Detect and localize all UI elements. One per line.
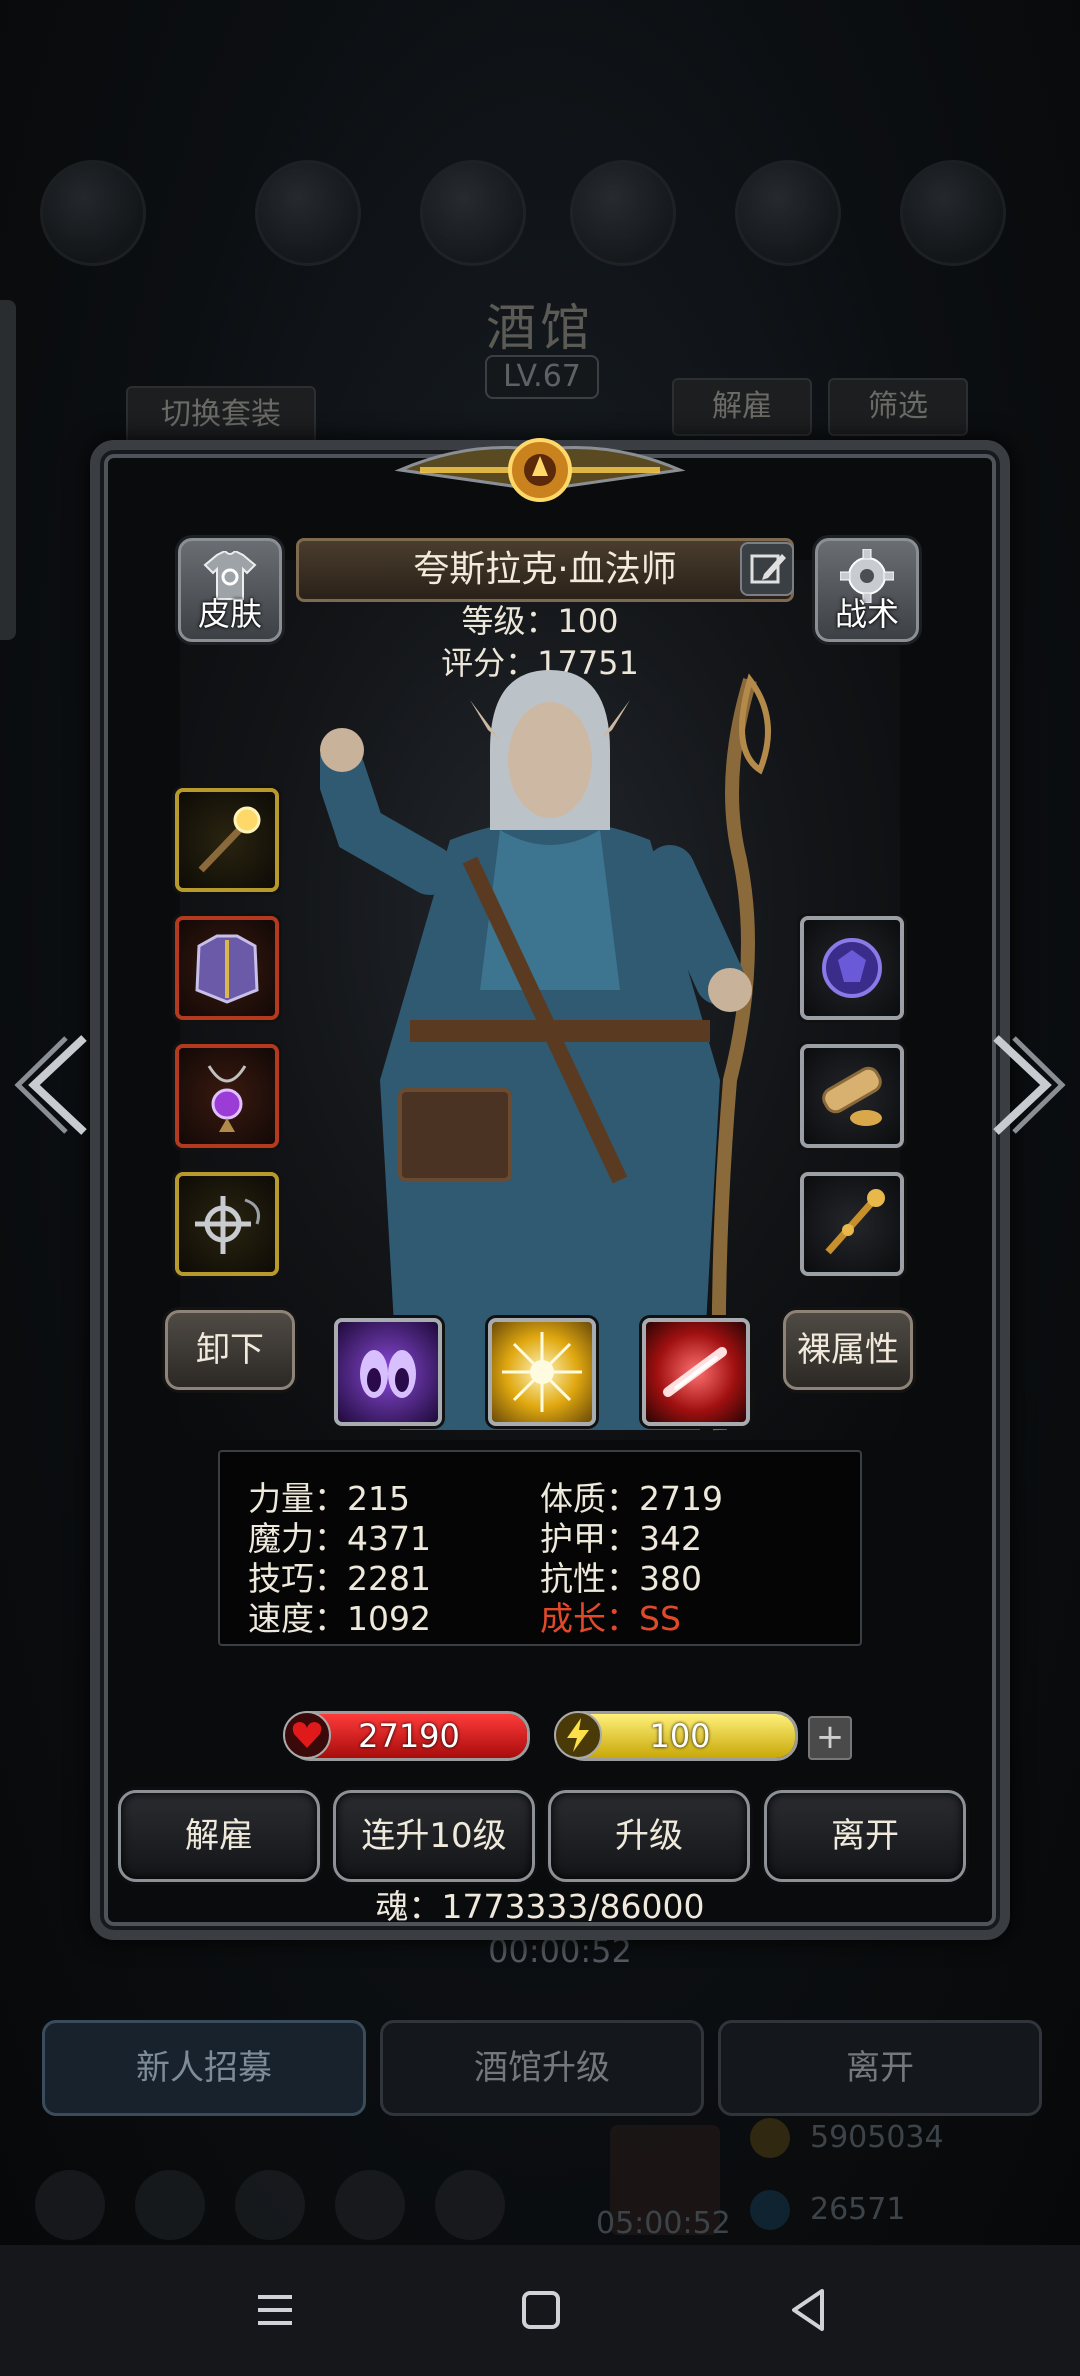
- bg-tab-icon: [900, 160, 1006, 266]
- filter-button[interactable]: 筛选: [828, 378, 968, 436]
- add-energy-button[interactable]: +: [808, 1716, 852, 1760]
- tavern-upgrade-button[interactable]: 酒馆升级: [380, 2020, 704, 2116]
- base-attributes-button[interactable]: 裸属性: [783, 1310, 913, 1390]
- back-icon[interactable]: [784, 2285, 834, 2335]
- hero-name: 夸斯拉克·血法师: [413, 549, 677, 590]
- bottom-menu-icon[interactable]: [35, 2170, 105, 2240]
- equip-slot-scepter[interactable]: [800, 1172, 904, 1276]
- bg-tab-icon: [420, 160, 526, 266]
- bottom-menu-icon[interactable]: [135, 2170, 205, 2240]
- gold-amount: 5905034: [810, 2120, 944, 2155]
- heart-icon: [283, 1711, 331, 1759]
- equip-slot-amulet[interactable]: [175, 1044, 279, 1148]
- bg-tab-icon: [40, 160, 146, 266]
- scroll-icon: [822, 1066, 882, 1126]
- staff-icon: [198, 806, 261, 873]
- stat-speed: 速度：1092: [248, 1599, 431, 1638]
- next-hero-arrow-icon[interactable]: [986, 1030, 1066, 1140]
- gem-icon: [750, 2190, 790, 2230]
- gift-timer: 05:00:52: [596, 2206, 731, 2241]
- scepter-icon: [825, 1189, 885, 1255]
- emblem-icon: [394, 438, 686, 502]
- bg-leave-button[interactable]: 离开: [718, 2020, 1042, 2116]
- equip-slot-charm[interactable]: [175, 1172, 279, 1276]
- gem-orb-icon: [822, 938, 882, 998]
- side-drawer-handle[interactable]: [0, 300, 16, 640]
- bottom-menu-icon[interactable]: [235, 2170, 305, 2240]
- cross-charm-icon: [195, 1196, 260, 1254]
- shadow-claw-icon: [360, 1350, 416, 1398]
- equip-slot-armor[interactable]: [175, 916, 279, 1020]
- level-up-button[interactable]: 升级: [548, 1790, 750, 1882]
- bg-dismiss-button[interactable]: 解雇: [672, 378, 812, 436]
- gem-amount: 26571: [810, 2192, 906, 2227]
- chest-armor-icon: [195, 934, 259, 1004]
- leave-button[interactable]: 离开: [764, 1790, 966, 1882]
- soul-counter: 魂：1773333/86000: [375, 1887, 705, 1926]
- level-up-10-button[interactable]: 连升10级: [333, 1790, 535, 1882]
- new-recruit-button[interactable]: 新人招募: [42, 2020, 366, 2116]
- skill-slot-2[interactable]: [488, 1318, 596, 1426]
- dismiss-hero-button[interactable]: 解雇: [118, 1790, 320, 1882]
- equip-slot-gem[interactable]: [800, 916, 904, 1020]
- equip-slot-scroll[interactable]: [800, 1044, 904, 1148]
- bg-tab-icon: [735, 160, 841, 266]
- hero-level: 等级：100: [461, 602, 619, 640]
- bg-tab-icon: [570, 160, 676, 266]
- equip-slot-weapon[interactable]: [175, 788, 279, 892]
- holy-burst-icon: [502, 1332, 582, 1412]
- stat-growth: 成长：SS: [540, 1599, 681, 1638]
- skill-slot-3[interactable]: [642, 1318, 750, 1426]
- bottom-menu-icon[interactable]: [435, 2170, 505, 2240]
- lightning-icon: [554, 1711, 602, 1759]
- red-slash-icon: [663, 1347, 727, 1397]
- edit-icon[interactable]: [740, 542, 794, 596]
- skill-slot-1[interactable]: [334, 1318, 442, 1426]
- bg-tab-icon: [255, 160, 361, 266]
- menu-icon[interactable]: [250, 2285, 300, 2335]
- gold-coin-icon: [750, 2118, 790, 2158]
- unequip-button[interactable]: 卸下: [165, 1310, 295, 1390]
- hero-name-plate: 夸斯拉克·血法师: [296, 538, 794, 602]
- switch-outfit-button[interactable]: 切换套装: [126, 386, 316, 444]
- previous-hero-arrow-icon[interactable]: [14, 1030, 94, 1140]
- tavern-level: LV.67: [485, 355, 599, 399]
- home-icon[interactable]: [516, 2285, 566, 2335]
- bottom-menu-icon[interactable]: [335, 2170, 405, 2240]
- tavern-title: 酒馆: [486, 299, 594, 357]
- amulet-icon: [207, 1065, 247, 1132]
